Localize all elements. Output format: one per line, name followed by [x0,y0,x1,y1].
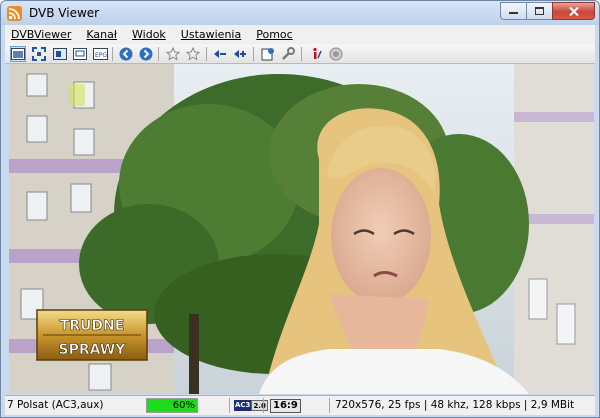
favorite-icon [166,47,180,61]
svg-text:EPG: EPG [95,52,107,59]
window-title: DVB Viewer [29,6,100,20]
maximize-icon [535,7,544,15]
volume-down-button[interactable] [212,46,228,62]
volume-up-button[interactable] [232,46,248,62]
channel-name: 7 Polsat (AC3,aux) [7,399,104,411]
menu-ustawienia[interactable]: Ustawienia [181,28,241,41]
signal-strength-bar: 60% [146,398,198,413]
video-window-icon [11,48,25,60]
info-button[interactable] [308,46,324,62]
epg-button[interactable]: EPG [92,46,108,62]
epg-icon: EPG [92,48,108,60]
audio-channels-label: 2.0 [251,400,268,411]
close-button[interactable] [552,2,595,20]
menu-pomoc[interactable]: Pomoc [256,28,292,41]
menu-bar: DVBViewer Kanał Widok Ustawienia Pomoc [5,25,595,44]
minimize-icon [509,12,518,14]
title-bar[interactable]: DVB Viewer [1,1,599,25]
audio-format-badge[interactable]: AC3 2.0 [234,400,268,411]
menu-dvbviewer[interactable]: DVBViewer [11,28,71,41]
dvb-viewer-window: DVB Viewer DVBViewer Kanał Widok Ustawie… [0,0,600,418]
info-icon [313,47,322,59]
menu-widok[interactable]: Widok [132,28,166,41]
status-separator [329,398,330,413]
toolbar-separator [301,47,302,61]
settings-icon [282,47,295,60]
add-favorite-button[interactable] [185,46,201,62]
close-icon [568,6,579,16]
osd-icon [73,48,87,60]
video-frame: TRUDNE SPRAWY [9,64,594,394]
toolbar-separator [253,47,254,61]
window-controls [500,2,595,20]
volume-down-icon [214,50,226,58]
menu-kanal[interactable]: Kanał [86,28,117,41]
maximize-button[interactable] [526,2,552,20]
osd-button[interactable] [72,46,88,62]
toolbar-separator [158,47,159,61]
toolbar: EPG [5,44,595,64]
signal-strength-value: 60% [172,400,195,411]
forward-button[interactable] [138,46,154,62]
fullscreen-icon [32,47,46,61]
favorite-add-icon [186,47,200,61]
volume-up-icon [234,50,246,58]
forward-icon [139,47,153,61]
recording-icon [261,48,274,61]
status-separator [229,398,230,413]
settings-button[interactable] [280,46,296,62]
aspect-ratio-badge[interactable]: 16:9 [270,399,301,413]
teletext-button[interactable] [52,46,68,62]
minimize-button[interactable] [500,2,526,20]
recordings-button[interactable] [260,46,276,62]
record-button[interactable] [328,46,344,62]
status-separator [263,398,264,413]
toolbar-separator [112,47,113,61]
record-icon [329,47,343,61]
channel-logo [69,84,85,106]
audio-codec-label: AC3 [234,400,252,411]
stream-info: 720x576, 25 fps | 48 khz, 128 kbps | 2,9… [335,399,575,411]
back-icon [119,47,133,61]
teletext-icon [53,48,67,60]
program-title-line1: TRUDNE [60,318,125,334]
program-logo-overlay: TRUDNE SPRAWY [36,309,148,361]
back-button[interactable] [118,46,134,62]
rss-app-icon [7,6,22,21]
status-bar: 7 Polsat (AC3,aux) 60% AC3 2.0 16:9 720x… [5,395,595,415]
fullscreen-button[interactable] [31,46,47,62]
video-window-button[interactable] [10,46,26,62]
program-title-line2: SPRAWY [59,342,127,358]
toolbar-separator [206,47,207,61]
favorites-button[interactable] [165,46,181,62]
video-display[interactable]: TRUDNE SPRAWY [9,64,594,394]
